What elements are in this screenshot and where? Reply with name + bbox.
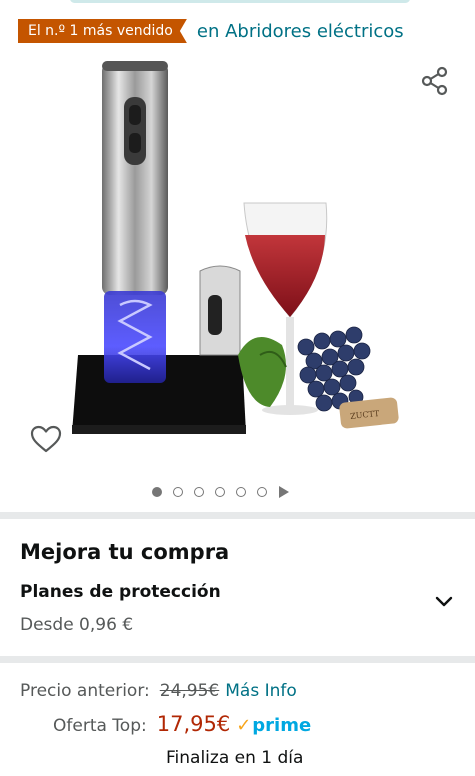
previous-price-label: Precio anterior: — [20, 681, 150, 701]
carousel-dot[interactable] — [215, 487, 225, 497]
bestseller-badge: El n.º 1 más vendido — [18, 19, 187, 43]
top-status-strip — [0, 0, 475, 14]
upgrade-title: Mejora tu compra — [20, 540, 230, 564]
play-icon[interactable] — [279, 486, 289, 498]
protection-plan-title[interactable]: Planes de protección — [20, 582, 221, 602]
chevron-down-icon[interactable] — [434, 592, 454, 612]
heart-icon[interactable] — [30, 424, 62, 454]
deal-price-row: Oferta Top: 17,95€ ✓ prime — [53, 712, 311, 736]
section-divider — [0, 656, 475, 663]
prime-label: prime — [252, 715, 312, 736]
section-divider — [0, 512, 475, 519]
category-link[interactable]: en Abridores eléctricos — [197, 21, 404, 42]
protection-plan-price: Desde 0,96 € — [20, 615, 134, 635]
deal-ends-text: Finaliza en 1 día — [166, 748, 304, 768]
carousel-dot[interactable] — [152, 487, 162, 497]
carousel-dot[interactable] — [257, 487, 267, 497]
prime-badge: ✓ prime — [236, 715, 311, 736]
carousel-dot[interactable] — [236, 487, 246, 497]
bestseller-row: El n.º 1 más vendido en Abridores eléctr… — [18, 18, 404, 44]
carousel-dot[interactable] — [173, 487, 183, 497]
deal-price-label: Oferta Top: — [53, 716, 147, 736]
image-carousel-indicator[interactable] — [152, 486, 289, 498]
previous-price-value: 24,95€ — [159, 681, 220, 701]
product-image[interactable]: ZUCTT — [50, 55, 430, 445]
more-info-link[interactable]: Más Info — [225, 681, 297, 701]
deal-price-value: 17,95€ — [156, 712, 231, 736]
prime-check-icon: ✓ — [236, 715, 252, 736]
carousel-dot[interactable] — [194, 487, 204, 497]
previous-price-row: Precio anterior: 24,95€ Más Info — [20, 681, 297, 701]
